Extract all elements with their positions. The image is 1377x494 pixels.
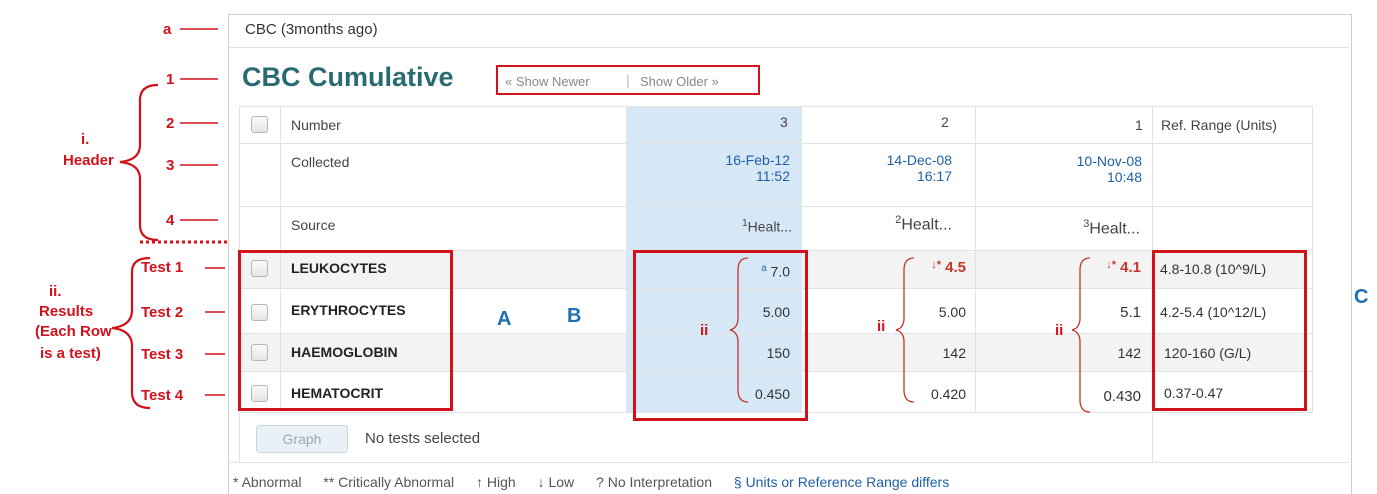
- legend-critical: ** Critically Abnormal: [323, 474, 455, 490]
- legend-low: ↓ Low: [537, 474, 575, 490]
- legend-high: ↑ High: [475, 474, 516, 490]
- annotation-ii-col2: ii: [877, 318, 886, 335]
- legend-abnormal: * Abnormal: [233, 474, 302, 490]
- annotation-box-c: [1152, 250, 1307, 411]
- annotation-label-c: C: [1354, 286, 1369, 308]
- annotation-box-b: [633, 250, 808, 421]
- annotation-ii-col1: ii: [1055, 322, 1064, 339]
- annotation-label-a: A: [497, 308, 512, 330]
- legend: * Abnormal ** Critically Abnormal ↑ High…: [233, 474, 967, 490]
- legend-no-interpretation: ? No Interpretation: [596, 474, 712, 490]
- annotation-label-b: B: [567, 305, 582, 327]
- annotation-box-a: [238, 250, 453, 411]
- selection-status: No tests selected: [365, 430, 481, 447]
- legend-units-differ: § Units or Reference Range differs: [733, 474, 950, 490]
- graph-button[interactable]: Graph: [256, 425, 348, 453]
